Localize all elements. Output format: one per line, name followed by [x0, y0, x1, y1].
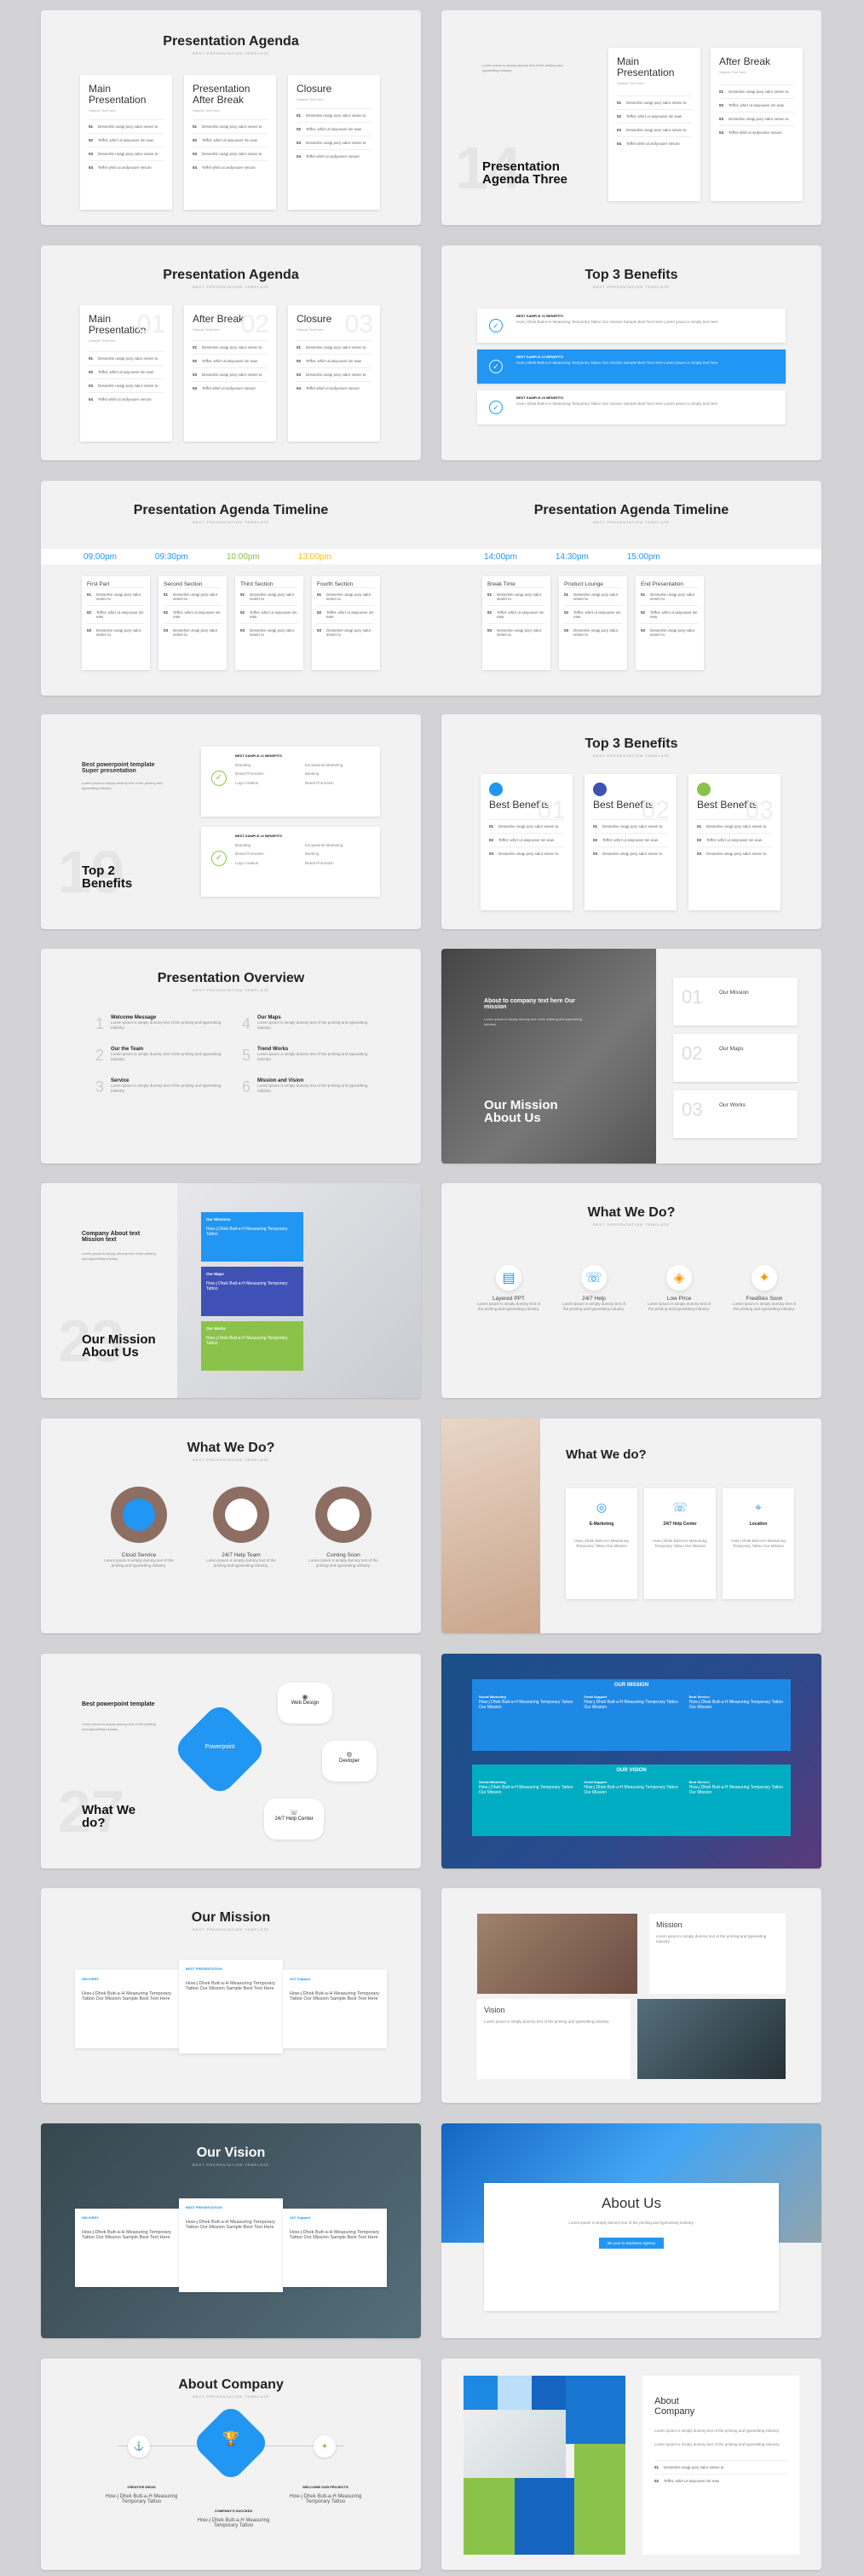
slide-about-company-2[interactable]: About Company Lorem ipsum is simply dumm… — [441, 2359, 821, 2570]
agenda-card: Closure Sample Text Here 01 Dessertie unag… — [288, 75, 380, 210]
globe-icon — [489, 783, 503, 796]
headset-icon: ☏ — [672, 1500, 688, 1514]
slide-top3-benefits-2[interactable]: Top 3 Benefits BEST PRESENTATION TEMPLAT… — [441, 714, 821, 929]
check-icon: ✓ — [489, 360, 503, 373]
agenda-card: Main Presentation Sample Text Here 01 Dess… — [608, 48, 700, 201]
slide-top3-benefits[interactable]: Top 3 Benefits BEST PRESENTATION TEMPLAT… — [441, 245, 821, 460]
slide-our-vision[interactable]: Our Vision BEST PRESENTATION TEMPLATE DE… — [41, 2123, 421, 2338]
layers-icon: ▤ — [496, 1265, 521, 1291]
photo — [637, 1999, 786, 2079]
agenda-card: 01 Main Presentation Sample Text Here 01 D… — [80, 305, 172, 442]
agenda-card: 03 Closure Sample Text Here 01 Dessertie u… — [288, 305, 380, 442]
photo-background — [441, 949, 656, 1164]
page-subtitle: BEST PRESENTATION TEMPLATE — [193, 51, 269, 55]
slide-top2-benefits[interactable]: 19 Best powerpoint template Super presen… — [41, 714, 421, 929]
slide-what-we-do-1[interactable]: What We Do? BEST PRESENTATION TEMPLATE ▤… — [441, 1183, 821, 1398]
slide-overview[interactable]: Presentation Overview BEST PRESENTATION … — [41, 949, 421, 1164]
slide-what-we-do-3[interactable]: What We do? ◎ E-Marketing How-j Dhek Butt-… — [441, 1418, 821, 1633]
slide-about-us[interactable]: About Us Lorem ipsum is simply dummy tex… — [441, 2123, 821, 2338]
cta-button[interactable]: Be your to Business Agency — [598, 2238, 665, 2250]
slide-about-company[interactable]: About Company BEST PRESENTATION TEMPLATE… — [41, 2359, 421, 2570]
slide-mission-vision[interactable]: OUR MISSION Social Marketing How-j Dhek B… — [441, 1654, 821, 1868]
gift-icon: ✦ — [752, 1265, 777, 1291]
slide-mission-vision-2[interactable]: Mission Lorem ipsum is simply dummy text … — [441, 1888, 821, 2103]
check-icon: ✓ — [211, 851, 227, 866]
tag-icon: ◈ — [666, 1265, 692, 1291]
anchor-icon: ⚓ — [128, 2435, 150, 2458]
page-title: Top 3 Benefits — [585, 268, 678, 282]
location-icon: ⌖ — [755, 1500, 762, 1514]
slide-what-we-do-4[interactable]: 27 Best powerpoint template Lorem ipsum … — [41, 1654, 421, 1868]
check-icon: ✓ — [489, 319, 503, 332]
slide-agenda-three[interactable]: 14 Lorem ipsum is simply dummy text of t… — [441, 10, 821, 225]
headset-icon: ☏ — [289, 1809, 298, 1816]
slide-mission-about[interactable]: About to company text here Our mission L… — [441, 949, 821, 1164]
slide-mission-about-2[interactable]: 23 Company About text Mission text Lorem… — [41, 1183, 421, 1398]
page-title: Presentation Agenda — [163, 34, 299, 49]
slide-our-mission[interactable]: Our Mission BEST PRESENTATION TEMPLATE D… — [41, 1888, 421, 2103]
check-icon: ✓ — [489, 401, 503, 414]
page-title: Presentation Agenda — [163, 268, 299, 282]
globe-icon — [697, 783, 711, 796]
support-icon — [213, 1487, 269, 1543]
page-title: Presentation Agenda Three — [482, 159, 568, 187]
slide-agenda-2[interactable]: Presentation Agenda BEST PRESENTATION TE… — [41, 245, 421, 460]
agenda-card: Main Presentation Sample Text Here 01 Dess… — [80, 75, 172, 210]
eye-icon: ◉ — [302, 1693, 308, 1701]
gift-icon: ✦ — [314, 2435, 336, 2458]
cloud-icon — [111, 1487, 167, 1543]
agenda-card: 02 After Break Sample Text Here 01 Dessert… — [184, 305, 276, 442]
agenda-card: After Break Sample Text Here 01 Dessertie … — [711, 48, 803, 201]
photo — [477, 1914, 637, 1994]
clock-icon — [315, 1487, 372, 1543]
globe-icon: ◎ — [596, 1500, 608, 1514]
slide-timeline[interactable]: Presentation Agenda Timeline BEST PRESEN… — [41, 481, 821, 696]
check-icon: ✓ — [211, 771, 227, 786]
slide-what-we-do-2[interactable]: What We Do? BEST PRESENTATION TEMPLATE C… — [41, 1418, 421, 1633]
headset-icon: ☏ — [581, 1265, 607, 1291]
trophy-icon: 🏆 — [222, 2432, 239, 2446]
slide-agenda-1[interactable]: Presentation Agenda BEST PRESENTATION TE… — [41, 10, 421, 225]
agenda-card: Presentation After Break Sample Text Here… — [184, 75, 276, 210]
globe-icon — [593, 783, 607, 796]
gear-icon: ⚙ — [346, 1751, 353, 1759]
photo-background — [441, 1418, 540, 1633]
